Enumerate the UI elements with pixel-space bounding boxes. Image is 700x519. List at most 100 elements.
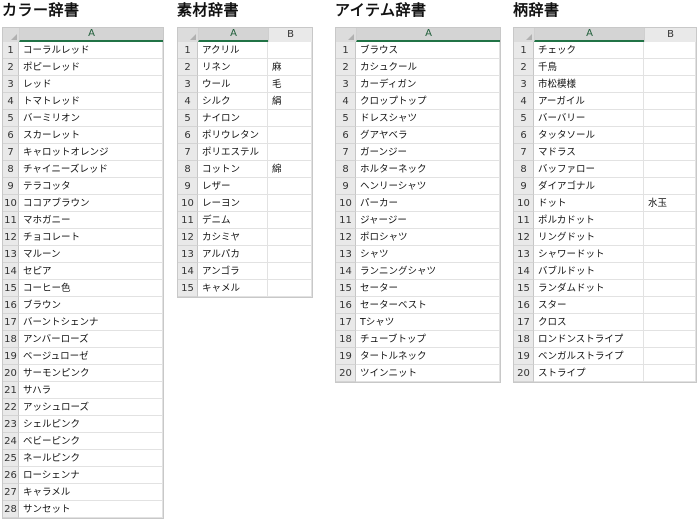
row-number[interactable]: 20 xyxy=(3,365,19,382)
cell-a[interactable]: ランニングシャツ xyxy=(356,263,500,280)
cell-a[interactable]: マドラス xyxy=(534,144,644,161)
cell-b[interactable] xyxy=(268,144,312,161)
cell-b[interactable] xyxy=(268,246,312,263)
row-number[interactable]: 23 xyxy=(3,416,19,433)
cell-a[interactable]: ストライプ xyxy=(534,365,644,382)
cell-a[interactable]: クロップトップ xyxy=(356,93,500,110)
row-number[interactable]: 11 xyxy=(336,212,356,229)
cell-b[interactable] xyxy=(644,280,696,297)
row-number[interactable]: 4 xyxy=(178,93,198,110)
cell-a[interactable]: パーカー xyxy=(356,195,500,212)
row-number[interactable]: 8 xyxy=(178,161,198,178)
row-number[interactable]: 9 xyxy=(336,178,356,195)
cell-a[interactable]: タートルネック xyxy=(356,348,500,365)
row-number[interactable]: 14 xyxy=(178,263,198,280)
row-number[interactable]: 15 xyxy=(3,280,19,297)
cell-a[interactable]: チェック xyxy=(534,42,644,59)
row-number[interactable]: 6 xyxy=(3,127,19,144)
cell-a[interactable]: シャツ xyxy=(356,246,500,263)
cell-a[interactable]: リングドット xyxy=(534,229,644,246)
cell-a[interactable]: ガーンジー xyxy=(356,144,500,161)
row-number[interactable]: 9 xyxy=(178,178,198,195)
column-header-a[interactable]: A xyxy=(198,28,268,42)
cell-a[interactable]: ポピーレッド xyxy=(19,59,163,76)
row-number[interactable]: 14 xyxy=(3,263,19,280)
row-number[interactable]: 24 xyxy=(3,433,19,450)
row-number[interactable]: 19 xyxy=(3,348,19,365)
cell-a[interactable]: ベージュローゼ xyxy=(19,348,163,365)
row-number[interactable]: 1 xyxy=(336,42,356,59)
cell-a[interactable]: クロス xyxy=(534,314,644,331)
cell-a[interactable]: キャロットオレンジ xyxy=(19,144,163,161)
cell-b[interactable] xyxy=(644,42,696,59)
column-header-b[interactable]: B xyxy=(644,28,696,42)
cell-a[interactable]: コットン xyxy=(198,161,268,178)
cell-b[interactable] xyxy=(268,280,312,297)
cell-b[interactable] xyxy=(644,365,696,382)
row-number[interactable]: 17 xyxy=(3,314,19,331)
row-number[interactable]: 4 xyxy=(336,93,356,110)
cell-b[interactable] xyxy=(644,212,696,229)
row-number[interactable]: 13 xyxy=(336,246,356,263)
cell-b[interactable] xyxy=(644,59,696,76)
select-all-corner[interactable] xyxy=(178,28,198,42)
row-number[interactable]: 19 xyxy=(336,348,356,365)
row-number[interactable]: 11 xyxy=(3,212,19,229)
cell-a[interactable]: ローシェンナ xyxy=(19,467,163,484)
row-number[interactable]: 8 xyxy=(3,161,19,178)
row-number[interactable]: 6 xyxy=(514,127,534,144)
cell-a[interactable]: テラコッタ xyxy=(19,178,163,195)
row-number[interactable]: 16 xyxy=(3,297,19,314)
cell-b[interactable] xyxy=(644,76,696,93)
cell-a[interactable]: カシミヤ xyxy=(198,229,268,246)
cell-a[interactable]: シェルピンク xyxy=(19,416,163,433)
cell-a[interactable]: アンバーローズ xyxy=(19,331,163,348)
row-number[interactable]: 11 xyxy=(514,212,534,229)
cell-a[interactable]: ツインニット xyxy=(356,365,500,382)
row-number[interactable]: 27 xyxy=(3,484,19,501)
cell-b[interactable]: 絹 xyxy=(268,93,312,110)
row-number[interactable]: 13 xyxy=(3,246,19,263)
row-number[interactable]: 4 xyxy=(514,93,534,110)
cell-a[interactable]: セーターベスト xyxy=(356,297,500,314)
row-number[interactable]: 15 xyxy=(336,280,356,297)
cell-a[interactable]: サーモンピンク xyxy=(19,365,163,382)
row-number[interactable]: 10 xyxy=(514,195,534,212)
cell-b[interactable] xyxy=(644,161,696,178)
row-number[interactable]: 3 xyxy=(514,76,534,93)
row-number[interactable]: 7 xyxy=(178,144,198,161)
cell-b[interactable] xyxy=(644,229,696,246)
cell-a[interactable]: バブルドット xyxy=(534,263,644,280)
row-number[interactable]: 16 xyxy=(514,297,534,314)
row-number[interactable]: 6 xyxy=(336,127,356,144)
cell-a[interactable]: キャメル xyxy=(198,280,268,297)
cell-b[interactable] xyxy=(644,127,696,144)
cell-b[interactable] xyxy=(644,110,696,127)
cell-b[interactable] xyxy=(644,246,696,263)
cell-b[interactable] xyxy=(268,127,312,144)
column-header-a[interactable]: A xyxy=(534,28,644,42)
row-number[interactable]: 10 xyxy=(178,195,198,212)
row-number[interactable]: 12 xyxy=(178,229,198,246)
cell-b[interactable]: 麻 xyxy=(268,59,312,76)
row-number[interactable]: 12 xyxy=(336,229,356,246)
row-number[interactable]: 8 xyxy=(514,161,534,178)
select-all-corner[interactable] xyxy=(514,28,534,42)
cell-a[interactable]: ダイアゴナル xyxy=(534,178,644,195)
cell-a[interactable]: チョコレート xyxy=(19,229,163,246)
row-number[interactable]: 12 xyxy=(3,229,19,246)
cell-a[interactable]: ロンドンストライプ xyxy=(534,331,644,348)
row-number[interactable]: 20 xyxy=(336,365,356,382)
row-number[interactable]: 15 xyxy=(178,280,198,297)
row-number[interactable]: 28 xyxy=(3,501,19,518)
cell-a[interactable]: マホガニー xyxy=(19,212,163,229)
cell-a[interactable]: ドット xyxy=(534,195,644,212)
cell-a[interactable]: ポルカドット xyxy=(534,212,644,229)
row-number[interactable]: 7 xyxy=(514,144,534,161)
cell-b[interactable]: 水玉 xyxy=(644,195,696,212)
cell-a[interactable]: アルパカ xyxy=(198,246,268,263)
row-number[interactable]: 5 xyxy=(514,110,534,127)
cell-a[interactable]: セーター xyxy=(356,280,500,297)
cell-b[interactable] xyxy=(268,229,312,246)
cell-b[interactable]: 毛 xyxy=(268,76,312,93)
